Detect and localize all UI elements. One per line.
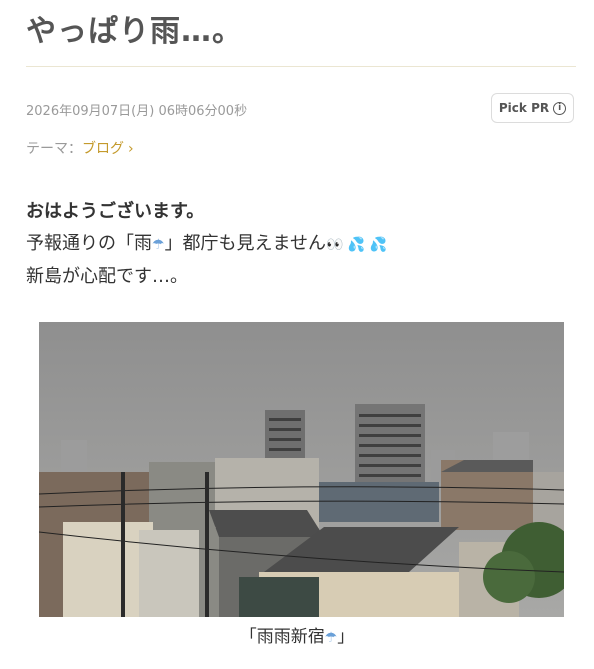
body-line-3: 新島が心配です…。 <box>26 266 188 287</box>
line2-text-b: 」都庁も見えません <box>164 233 327 254</box>
umbrella-rain-icon: ☂ <box>324 630 338 646</box>
post-date: 2026年09月07日(月) 06時06分00秒 <box>26 104 248 119</box>
greeting-line: おはようございます。 <box>26 201 205 222</box>
theme-row: テーマ：ブログ › <box>26 138 134 158</box>
city-skyline-illustration <box>39 322 564 617</box>
umbrella-rain-icon: ☂ <box>152 237 165 253</box>
title-divider <box>26 66 576 67</box>
theme-link[interactable]: ブログ <box>82 141 124 157</box>
post-photo[interactable] <box>39 322 564 617</box>
post-title: やっぱり雨…。 <box>26 14 243 49</box>
sweat-droplets-icon: 💦 💦 <box>343 237 388 253</box>
info-circle-icon: i <box>553 101 567 115</box>
pick-pr-label: Pick PR <box>498 101 550 115</box>
chevron-right-icon: › <box>128 141 134 157</box>
caption-text-a: 「雨雨新宿 <box>239 627 325 647</box>
theme-label: テーマ： <box>26 141 82 157</box>
line2-text-a: 予報通りの「雨 <box>26 233 152 254</box>
pick-pr-button[interactable]: Pick PR i <box>491 93 574 123</box>
photo-caption: 「雨雨新宿☂」 <box>0 622 594 647</box>
eyes-icon: 👀 <box>326 237 344 253</box>
caption-text-b: 」 <box>337 627 355 647</box>
post-body: おはようございます。 予報通りの「雨☂」都庁も見えません👀 💦 💦 新島が心配で… <box>26 196 387 293</box>
body-line-2: 予報通りの「雨☂」都庁も見えません👀 💦 💦 <box>26 228 387 261</box>
